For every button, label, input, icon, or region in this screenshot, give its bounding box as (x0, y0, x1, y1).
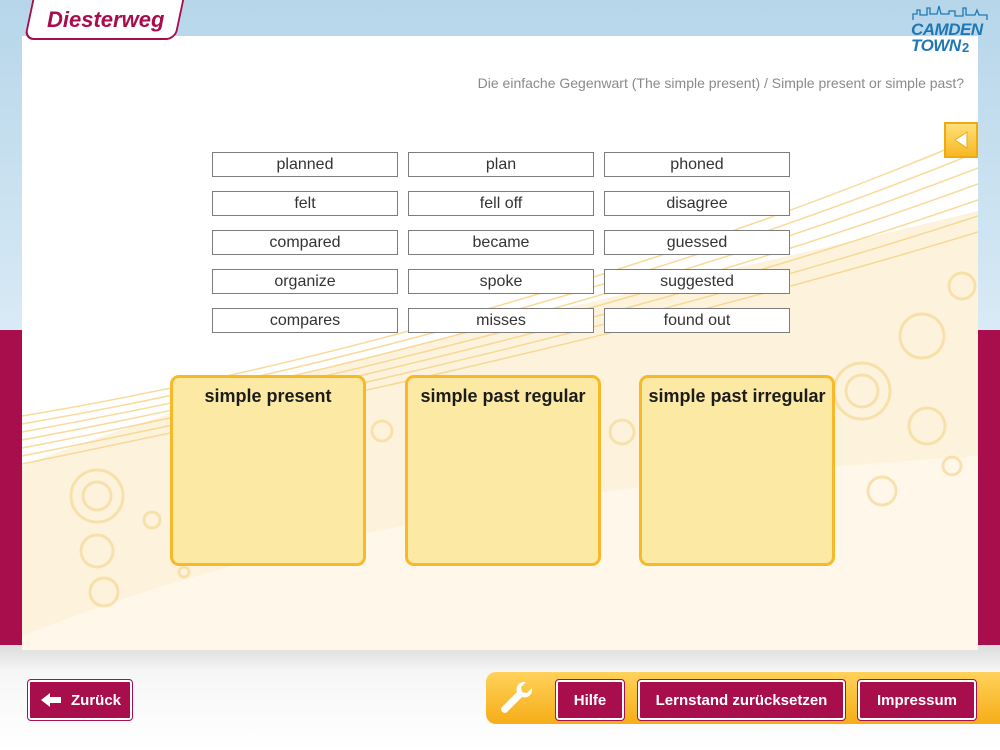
back-button-label: Zurück (71, 691, 122, 709)
word-chip[interactable]: disagree (604, 191, 790, 216)
word-chip[interactable]: guessed (604, 230, 790, 255)
panel-back-button[interactable] (944, 122, 978, 158)
drop-zone-title: simple past regular (420, 386, 586, 406)
exercise-title: Die einfache Gegenwart (The simple prese… (477, 75, 964, 91)
drop-zone-title: simple present (204, 386, 332, 406)
word-chip[interactable]: found out (604, 308, 790, 333)
series-title-line2: TOWN (911, 36, 961, 55)
drop-zone-simple-present[interactable]: simple present (170, 375, 366, 566)
word-chip[interactable]: felt (212, 191, 398, 216)
arrow-left-icon (40, 692, 62, 708)
back-button[interactable]: Zurück (27, 679, 133, 721)
series-number: 2 (962, 40, 970, 55)
word-chip[interactable]: became (408, 230, 594, 255)
word-chip[interactable]: compares (212, 308, 398, 333)
word-chip[interactable]: compared (212, 230, 398, 255)
drop-zone-simple-past-irregular[interactable]: simple past irregular (639, 375, 835, 566)
reset-progress-button[interactable]: Lernstand zurücksetzen (637, 679, 846, 721)
word-chip[interactable]: suggested (604, 269, 790, 294)
wrench-icon (501, 681, 533, 713)
word-chip[interactable]: spoke (408, 269, 594, 294)
imprint-button[interactable]: Impressum (857, 679, 977, 721)
exercise-panel: planned plan phoned felt fell off disagr… (22, 36, 978, 650)
drop-zone-simple-past-regular[interactable]: simple past regular (405, 375, 601, 566)
word-chip[interactable]: plan (408, 152, 594, 177)
triangle-left-icon (954, 131, 968, 149)
word-chip[interactable]: misses (408, 308, 594, 333)
drop-zone-title: simple past irregular (648, 386, 826, 406)
word-chip[interactable]: phoned (604, 152, 790, 177)
word-chip[interactable]: planned (212, 152, 398, 177)
word-chip[interactable]: fell off (408, 191, 594, 216)
word-chip[interactable]: organize (212, 269, 398, 294)
publisher-logo: Diesterweg (47, 7, 165, 32)
help-button[interactable]: Hilfe (555, 679, 625, 721)
